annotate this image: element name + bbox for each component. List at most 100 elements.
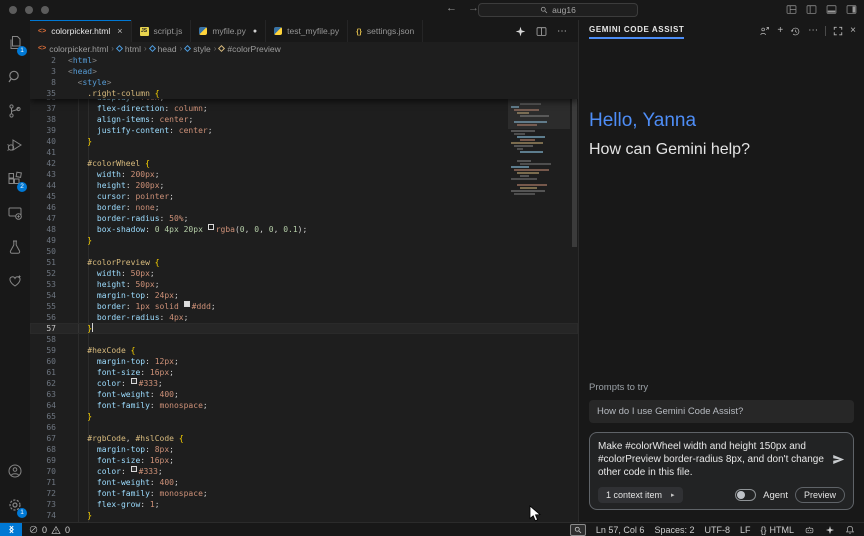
code-line-38[interactable]: 38 align-items: center; bbox=[30, 114, 578, 125]
screencast-zoom-button[interactable] bbox=[569, 523, 586, 536]
prompt-suggestion-chip[interactable]: How do I use Gemini Code Assist? bbox=[589, 400, 854, 423]
command-center-search[interactable]: aug16 bbox=[478, 3, 638, 17]
preview-badge[interactable]: Preview bbox=[794, 487, 845, 503]
code-line-61[interactable]: 61 font-size: 16px; bbox=[30, 367, 578, 378]
share-profile-icon[interactable] bbox=[759, 26, 770, 37]
code-line-60[interactable]: 60 margin-top: 12px; bbox=[30, 356, 578, 367]
customize-layout-icon[interactable] bbox=[786, 4, 797, 15]
breadcrumb-item-style[interactable]: style bbox=[184, 44, 211, 54]
code-line-46[interactable]: 46 border: none; bbox=[30, 202, 578, 213]
language-mode[interactable]: {} HTML bbox=[760, 525, 794, 535]
editor-scrollbar[interactable] bbox=[571, 55, 578, 522]
tab-test_myfile.py[interactable]: test_myfile.py bbox=[266, 20, 349, 42]
code-line-70[interactable]: 70 color: #333; bbox=[30, 466, 578, 477]
code-editor[interactable]: 36 display: flex;37 flex-direction: colu… bbox=[30, 55, 578, 522]
settings-button[interactable]: 1 bbox=[0, 488, 30, 522]
close-window-button[interactable] bbox=[9, 6, 17, 14]
close-panel-icon[interactable]: × bbox=[850, 26, 856, 36]
eol-sequence[interactable]: LF bbox=[740, 525, 751, 535]
search-button[interactable] bbox=[0, 60, 30, 94]
explorer-button[interactable]: 1 bbox=[0, 26, 30, 60]
breadcrumb-item-html[interactable]: html bbox=[115, 44, 141, 54]
history-icon[interactable] bbox=[790, 26, 801, 37]
gemini-prompt-input[interactable]: Make #colorWheel width and height 150px … bbox=[598, 440, 826, 479]
code-line-50[interactable]: 50 bbox=[30, 246, 578, 257]
account-button[interactable] bbox=[0, 454, 30, 488]
split-editor-icon[interactable] bbox=[536, 26, 547, 37]
encoding[interactable]: UTF-8 bbox=[704, 525, 730, 535]
code-line-39[interactable]: 39 justify-content: center; bbox=[30, 125, 578, 136]
panel-more-icon[interactable]: ⋯ bbox=[808, 26, 818, 36]
code-line-43[interactable]: 43 width: 200px; bbox=[30, 169, 578, 180]
code-line-56[interactable]: 56 border-radius: 4px; bbox=[30, 312, 578, 323]
code-line-42[interactable]: 42 #colorWheel { bbox=[30, 158, 578, 169]
code-line-72[interactable]: 72 font-family: monospace; bbox=[30, 488, 578, 499]
code-line-62[interactable]: 62 color: #333; bbox=[30, 378, 578, 389]
code-line-66[interactable]: 66 bbox=[30, 422, 578, 433]
code-line-73[interactable]: 73 flex-grow: 1; bbox=[30, 499, 578, 510]
remote-indicator[interactable] bbox=[0, 523, 22, 536]
run-debug-button[interactable] bbox=[0, 128, 30, 162]
code-line-68[interactable]: 68 margin-top: 8px; bbox=[30, 444, 578, 455]
code-line-41[interactable]: 41 bbox=[30, 147, 578, 158]
toggle-secondary-sidebar-icon[interactable] bbox=[846, 4, 857, 15]
code-line-37[interactable]: 37 flex-direction: column; bbox=[30, 103, 578, 114]
gemini-sparkle-icon[interactable] bbox=[515, 26, 526, 37]
minimap[interactable] bbox=[508, 55, 570, 522]
window-controls[interactable] bbox=[9, 6, 49, 14]
code-line-52[interactable]: 52 width: 50px; bbox=[30, 268, 578, 279]
tab-close-icon[interactable]: × bbox=[117, 26, 122, 36]
modified-dot-icon[interactable]: ● bbox=[253, 28, 257, 35]
toggle-panel-icon[interactable] bbox=[826, 4, 837, 15]
new-chat-icon[interactable]: + bbox=[777, 26, 783, 36]
breadcrumb-item-colorpicker.html[interactable]: <> colorpicker.html bbox=[38, 44, 108, 54]
tab-colorpicker.html[interactable]: <> colorpicker.html × bbox=[30, 20, 132, 42]
code-line-59[interactable]: 59 #hexCode { bbox=[30, 345, 578, 356]
gemini-panel-title[interactable]: GEMINI CODE ASSIST bbox=[589, 25, 685, 39]
zoom-window-button[interactable] bbox=[41, 6, 49, 14]
copilot-icon[interactable] bbox=[804, 525, 815, 535]
testing-button[interactable] bbox=[0, 230, 30, 264]
source-control-button[interactable] bbox=[0, 94, 30, 128]
code-line-71[interactable]: 71 font-weight: 400; bbox=[30, 477, 578, 488]
code-line-51[interactable]: 51 #colorPreview { bbox=[30, 257, 578, 268]
code-line-44[interactable]: 44 height: 200px; bbox=[30, 180, 578, 191]
warnings-count[interactable]: 0 bbox=[65, 525, 70, 535]
code-line-45[interactable]: 45 cursor: pointer; bbox=[30, 191, 578, 202]
errors-count[interactable]: 0 bbox=[42, 525, 47, 535]
sticky-scroll[interactable]: 2 < html >3 < head >8 < style >35 .right-column … bbox=[30, 55, 578, 99]
nav-back-icon[interactable]: ← bbox=[446, 2, 457, 14]
breadcrumb-item-#colorPreview[interactable]: #colorPreview bbox=[218, 44, 281, 54]
code-line-63[interactable]: 63 font-weight: 400; bbox=[30, 389, 578, 400]
sparkle-icon[interactable] bbox=[825, 525, 835, 535]
toggle-primary-sidebar-icon[interactable] bbox=[806, 4, 817, 15]
code-line-47[interactable]: 47 border-radius: 50%; bbox=[30, 213, 578, 224]
code-line-2[interactable]: 2 < html > bbox=[30, 55, 578, 66]
code-line-75[interactable]: 75 bbox=[30, 521, 578, 522]
more-actions-icon[interactable]: ⋯ bbox=[557, 26, 568, 37]
gemini-activity-button[interactable] bbox=[0, 264, 30, 298]
code-line-35[interactable]: 35 .right-column { bbox=[30, 88, 578, 99]
maximize-panel-icon[interactable] bbox=[833, 26, 843, 36]
code-line-48[interactable]: 48 box-shadow: 0 4px 20px rgba(0, 0, 0, … bbox=[30, 224, 578, 235]
code-line-8[interactable]: 8 < style > bbox=[30, 77, 578, 88]
cursor-position[interactable]: Ln 57, Col 6 bbox=[596, 525, 645, 535]
code-line-53[interactable]: 53 height: 50px; bbox=[30, 279, 578, 290]
remote-explorer-button[interactable] bbox=[0, 196, 30, 230]
code-line-64[interactable]: 64 font-family: monospace; bbox=[30, 400, 578, 411]
agent-toggle[interactable] bbox=[735, 489, 757, 501]
minimize-window-button[interactable] bbox=[25, 6, 33, 14]
code-line-65[interactable]: 65 } bbox=[30, 411, 578, 422]
context-items-button[interactable]: 1 context item ▸ bbox=[598, 487, 683, 503]
tab-settings.json[interactable]: {} settings.json bbox=[348, 20, 424, 42]
code-line-3[interactable]: 3 < head > bbox=[30, 66, 578, 77]
code-line-69[interactable]: 69 font-size: 16px; bbox=[30, 455, 578, 466]
code-line-55[interactable]: 55 border: 1px solid #ddd; bbox=[30, 301, 578, 312]
indentation[interactable]: Spaces: 2 bbox=[654, 525, 694, 535]
code-line-58[interactable]: 58 bbox=[30, 334, 578, 345]
code-line-57[interactable]: 57 } bbox=[30, 323, 578, 334]
code-line-67[interactable]: 67 #rgbCode, #hslCode { bbox=[30, 433, 578, 444]
breadcrumb-item-head[interactable]: head bbox=[148, 44, 177, 54]
bell-icon[interactable] bbox=[845, 525, 855, 535]
tab-script.js[interactable]: JS script.js bbox=[131, 20, 192, 42]
